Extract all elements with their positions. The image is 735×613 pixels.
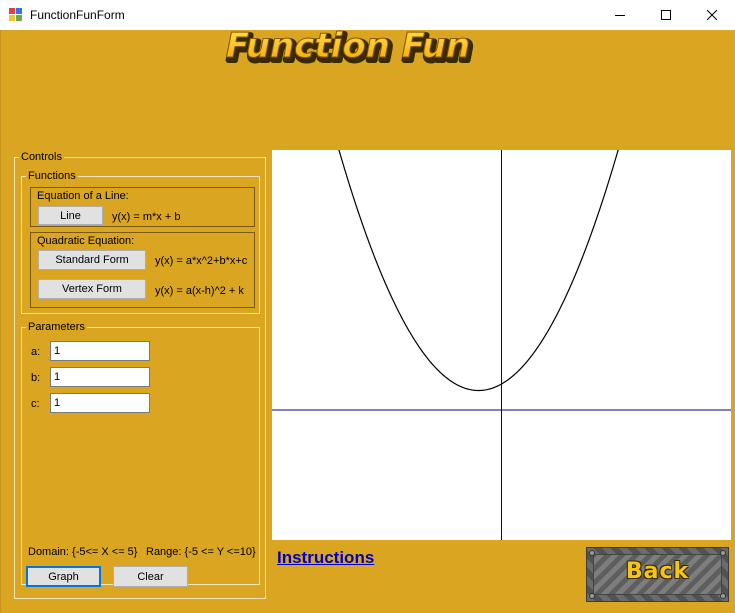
rivet-icon (720, 550, 726, 556)
svg-text:Function Fun: Function Fun (226, 26, 470, 66)
close-icon (707, 10, 717, 20)
line-equation-label: Equation of a Line: (37, 190, 129, 202)
domain-text: Domain: {-5<= X <= 5} (28, 546, 138, 558)
rivet-icon (720, 593, 726, 599)
param-c-label: c: (31, 398, 40, 410)
quadratic-equation-label: Quadratic Equation: (37, 235, 135, 247)
param-a-label: a: (31, 346, 41, 358)
rivet-icon (589, 593, 595, 599)
graph-button[interactable]: Graph (26, 566, 101, 587)
function-fun-logo: Function Fun Function Fun (225, 26, 475, 71)
clear-button[interactable]: Clear (113, 566, 188, 587)
minimize-button[interactable] (597, 0, 643, 30)
app-icon (9, 8, 23, 22)
minimize-icon (615, 15, 625, 16)
param-c-input[interactable] (50, 393, 150, 413)
functions-group-label: Functions (26, 170, 78, 183)
controls-group-label: Controls (19, 151, 64, 164)
window-title: FunctionFunForm (30, 8, 125, 22)
back-button-label: Back (625, 559, 690, 584)
range-text: Range: {-5 <= Y <=10} (146, 546, 256, 558)
back-button[interactable]: Back (586, 547, 729, 602)
vertex-form-button[interactable]: Vertex Form (38, 279, 146, 299)
line-formula: y(x) = m*x + b (112, 211, 181, 223)
maximize-icon (661, 10, 671, 20)
maximize-button[interactable] (643, 0, 689, 30)
parameters-group-label: Parameters (26, 321, 87, 334)
graph-canvas (272, 150, 731, 540)
vertex-form-formula: y(x) = a(x-h)^2 + k (155, 285, 244, 297)
instructions-link[interactable]: Instructions (277, 548, 374, 568)
line-button[interactable]: Line (38, 206, 103, 225)
close-button[interactable] (689, 0, 735, 30)
standard-form-button[interactable]: Standard Form (38, 250, 146, 270)
standard-form-formula: y(x) = a*x^2+b*x+c (155, 255, 248, 267)
param-a-input[interactable] (50, 341, 150, 361)
rivet-icon (589, 550, 595, 556)
param-b-label: b: (31, 372, 41, 384)
param-b-input[interactable] (50, 367, 150, 387)
